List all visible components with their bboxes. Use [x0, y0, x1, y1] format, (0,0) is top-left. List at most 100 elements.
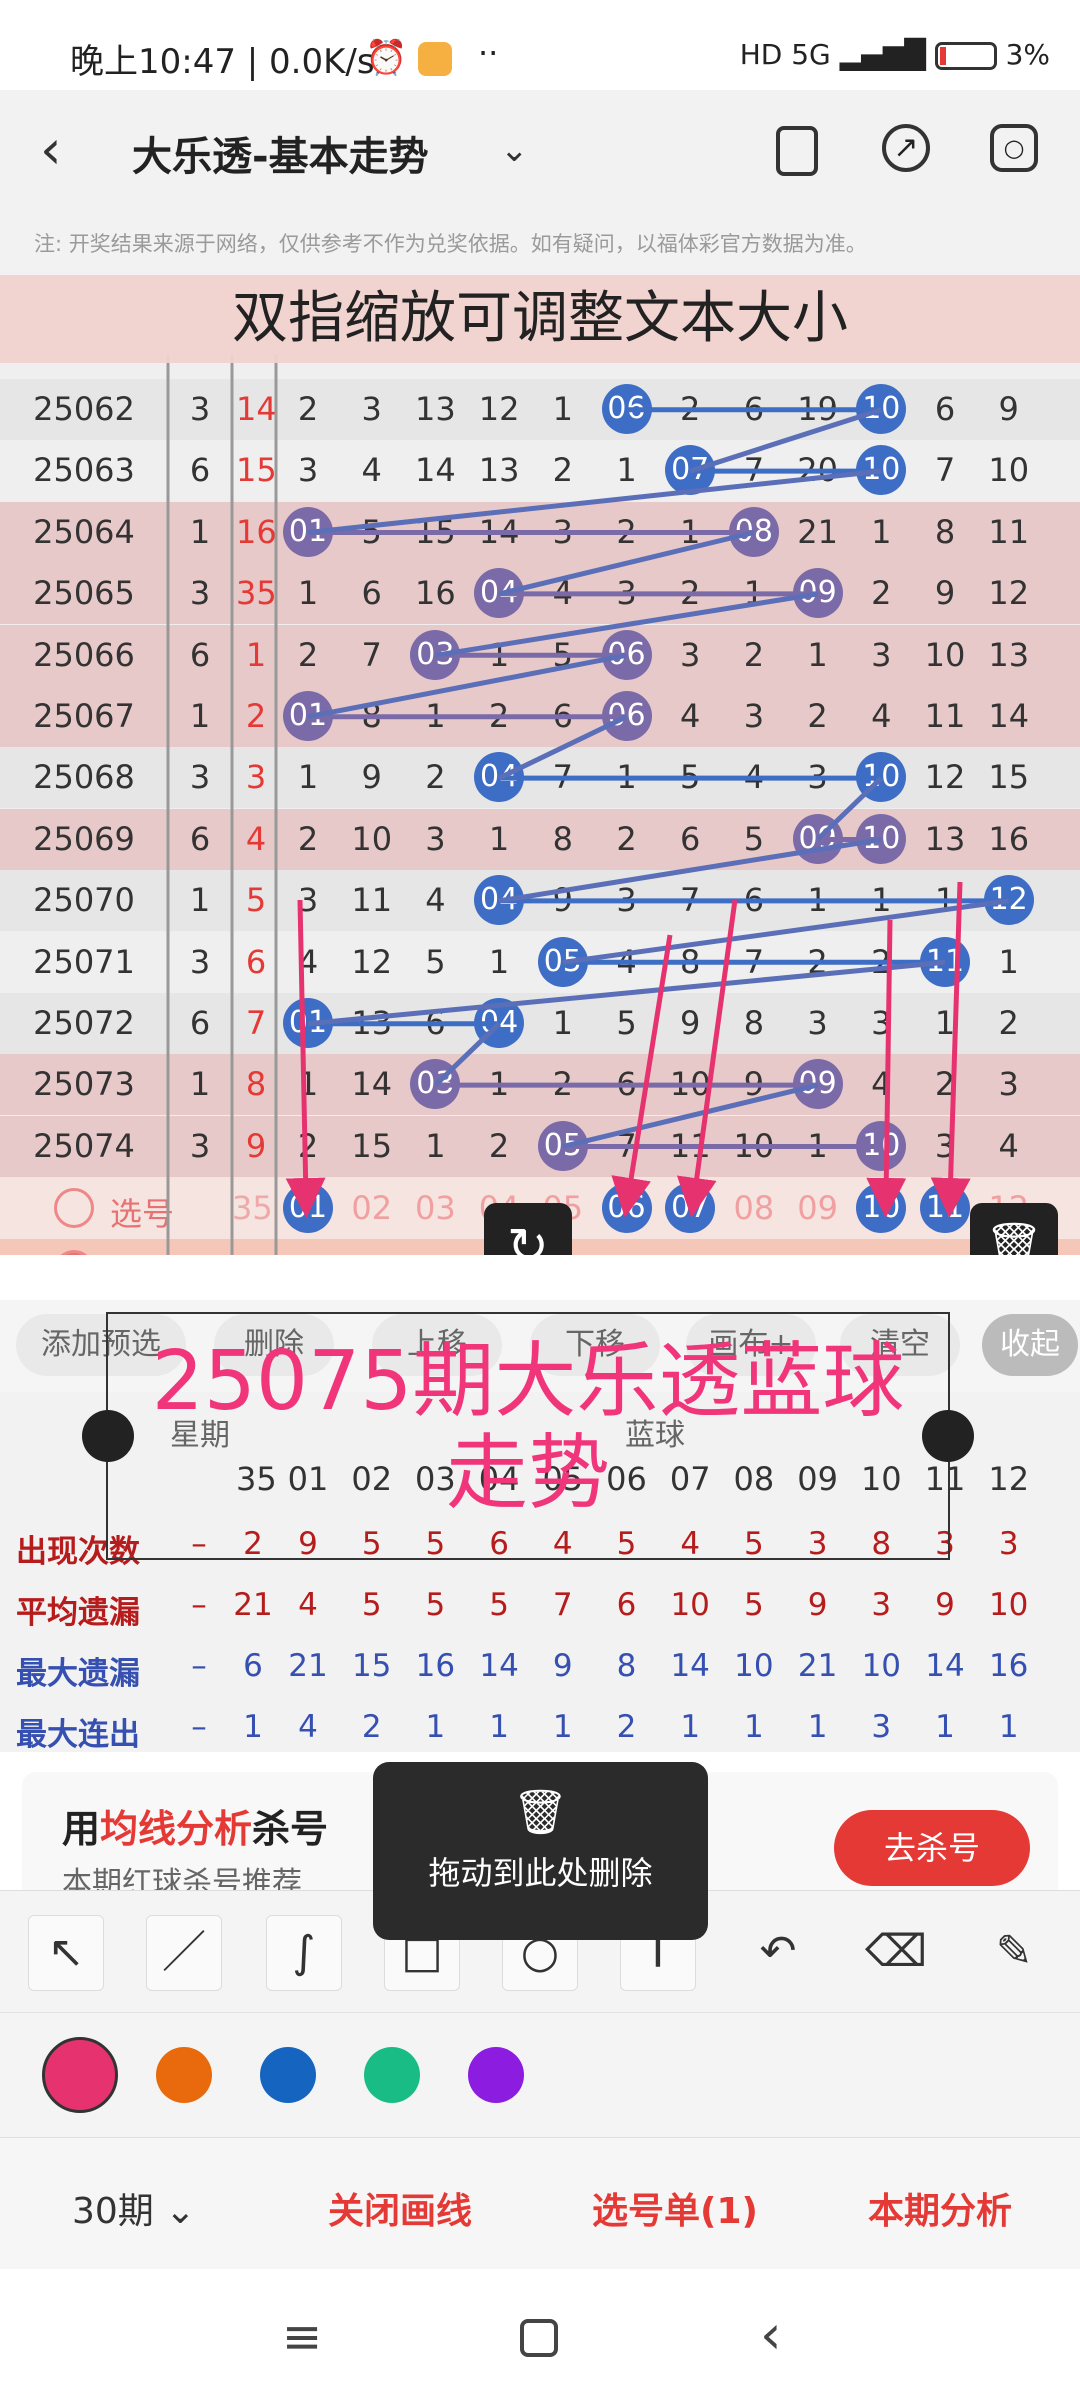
stats-label: 最大连出 [16, 1717, 140, 1753]
line-tool-icon[interactable]: ／ [146, 1915, 222, 1991]
trend-line-segment [562, 1082, 819, 1149]
trash-icon[interactable]: 🗑 [970, 1203, 1058, 1255]
trend-grid[interactable]: 2506231423131210626191069250636153414132… [0, 355, 1080, 1255]
stats-value: 9 [935, 1587, 955, 1623]
stats-value: 2 [616, 1709, 637, 1745]
back-nav-icon[interactable]: ‹ [760, 2303, 782, 2366]
stats-value: 7 [552, 1587, 573, 1623]
trend-line-segment [307, 959, 946, 1027]
stats-value: 3 [871, 1587, 892, 1623]
trend-line-segment [435, 591, 818, 658]
stats-value: 14 [670, 1648, 710, 1684]
stats-value: 1 [807, 1709, 828, 1745]
stats-value: 16 [988, 1648, 1029, 1684]
stats-value: 16 [415, 1648, 456, 1684]
app-notification-icon [418, 42, 452, 76]
home-icon[interactable] [520, 2319, 558, 2357]
stats-value: 1 [489, 1709, 509, 1745]
stats-value: 3 [998, 1526, 1019, 1562]
stats-week-value: – [191, 1648, 207, 1684]
stats-value: 14 [479, 1648, 519, 1684]
stats-value: 8 [616, 1648, 637, 1684]
stats-value: 1 [552, 1709, 573, 1745]
pick-list-button[interactable]: 选号单(1) [592, 2182, 758, 2234]
annotation-line1: 25075期大乐透蓝球 [151, 1334, 905, 1429]
bottom-bar: 30期 ⌄ 关闭画线 选号单(1) 本期分析 [0, 2137, 1080, 2269]
drag-delete-toast: 🗑 拖动到此处删除 [373, 1762, 708, 1940]
stats-row: 最大连出 –1 4 2 1 1 1 2 1 1 1 3 1 1 [0, 1697, 1080, 1758]
stats-value: 1 [744, 1709, 764, 1745]
stats-label: 最大遗漏 [16, 1656, 140, 1692]
annotation-arrow [930, 881, 971, 1218]
stats-value: 14 [925, 1648, 965, 1684]
network-indicator: HD 5G [739, 38, 831, 71]
settings-icon[interactable]: ○ [990, 124, 1038, 172]
battery-level: 3% [1005, 38, 1050, 71]
menu-icon[interactable]: ≡ [282, 2309, 322, 2365]
stats-value: 5 [744, 1587, 764, 1623]
stats-value: 5 [489, 1587, 509, 1623]
stats-value: 10 [988, 1587, 1029, 1623]
annotation-arrow [285, 899, 326, 1218]
annotation-text[interactable]: 25075期大乐透蓝球 走势 [106, 1336, 950, 1520]
annotation-line2: 走势 [445, 1426, 610, 1521]
color-swatch-orange[interactable] [156, 2047, 212, 2103]
column-number: 12 [988, 1460, 1030, 1498]
color-swatch-blue[interactable] [260, 2047, 316, 2103]
annotation-arrow [611, 934, 673, 1218]
collapse-button[interactable]: 收起 [982, 1314, 1078, 1376]
chevron-down-icon[interactable]: ⌄ [500, 130, 529, 170]
color-swatch-pink[interactable] [42, 2037, 118, 2113]
eraser-icon[interactable]: ⌫ [858, 1915, 934, 1991]
stats-week-value: – [191, 1709, 207, 1745]
arrow-tool-icon[interactable]: ↖ [28, 1915, 104, 1991]
device-icon[interactable] [776, 126, 818, 176]
rotate-icon[interactable]: ↻ [484, 1203, 572, 1255]
trend-line-segment [689, 407, 883, 474]
trend-line-segment [498, 714, 628, 781]
close-drawing-button[interactable]: 关闭画线 [328, 2182, 472, 2234]
stats-value: 3 [871, 1709, 892, 1745]
stats-value: 1 [425, 1709, 446, 1745]
stats-value: 4 [298, 1587, 318, 1623]
color-palette [0, 2012, 1080, 2137]
stats-value: 2 [361, 1709, 382, 1745]
color-swatch-green[interactable] [364, 2047, 420, 2103]
signal-icon: ▂▄▆█ [839, 38, 935, 71]
kill-number-button[interactable]: 去杀号 [834, 1810, 1030, 1886]
color-swatch-purple[interactable] [468, 2047, 524, 2103]
stats-red-value: 1 [243, 1709, 263, 1745]
chevron-down-icon: ⌄ [165, 2191, 196, 2232]
system-nav-bar: ≡ ‹ [0, 2269, 1080, 2400]
card-title: 用均线分析杀号 [62, 1807, 329, 1851]
zoom-hint-banner: 双指缩放可调整文本大小 [0, 275, 1080, 363]
freehand-tool-icon[interactable]: ∫ [266, 1915, 342, 1991]
trend-line-segment [307, 652, 627, 720]
stats-label: 平均遗漏 [16, 1595, 140, 1631]
status-bar: 晚上10:47 | 0.0K/s ⏰ ·· HD 5G ▂▄▆█ 3% [0, 0, 1080, 90]
stats-row: 最大遗漏 –6 21 15 16 14 9 8 14 10 21 10 14 16 [0, 1636, 1080, 1697]
status-time: 晚上10:47 | 0.0K/s [70, 42, 375, 82]
current-analysis-button[interactable]: 本期分析 [868, 2182, 1012, 2234]
stats-value: 1 [680, 1709, 701, 1745]
stats-value: 10 [670, 1587, 710, 1623]
stats-value: 10 [861, 1648, 902, 1684]
back-icon[interactable]: ‹ [40, 118, 62, 181]
toast-text: 拖动到此处删除 [428, 1854, 653, 1892]
more-notifications-icon: ·· [478, 34, 499, 72]
share-icon[interactable]: ↗ [882, 124, 930, 172]
stats-value: 15 [351, 1648, 392, 1684]
undo-icon[interactable]: ↶ [740, 1915, 816, 1991]
periods-selector[interactable]: 30期 ⌄ [72, 2182, 195, 2234]
stats-value: 6 [616, 1587, 637, 1623]
clear-brush-icon[interactable]: ✎ [976, 1915, 1052, 1991]
battery-icon [934, 42, 997, 70]
alarm-icon: ⏰ [365, 38, 408, 78]
page-title[interactable]: 大乐透-基本走势 [132, 124, 429, 182]
app-header: ‹ 大乐透-基本走势 ⌄ ↗ ○ [0, 90, 1080, 210]
trend-lines [166, 355, 1010, 1255]
trend-line-segment [498, 530, 755, 597]
stats-week-value: – [191, 1587, 207, 1623]
toast-trash-icon: 🗑 [512, 1787, 569, 1838]
status-right: HD 5G ▂▄▆█ 3% [740, 38, 1050, 71]
